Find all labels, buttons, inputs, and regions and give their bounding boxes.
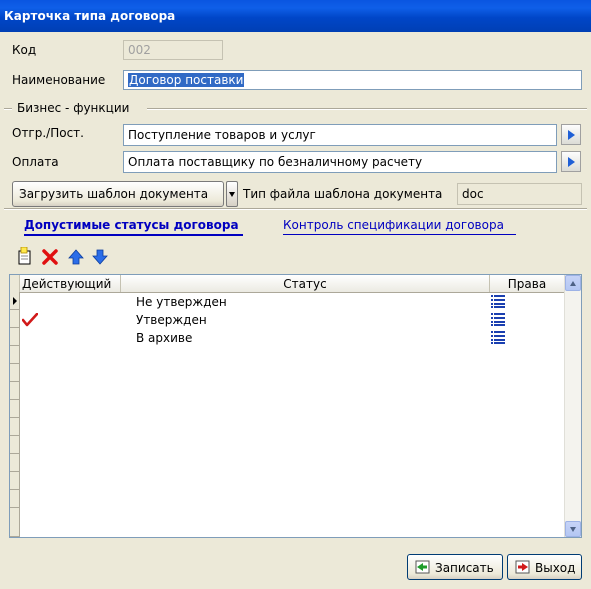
row-indicator-current[interactable] [10,292,20,310]
group-line-left [4,108,12,110]
column-header-rights[interactable]: Права [490,275,565,292]
shipment-select-button[interactable] [561,124,581,145]
code-label: Код [12,43,37,57]
row-indicator-empty [10,508,20,537]
header-row-indicator [10,275,20,292]
name-field-value: Договор поставки [128,73,245,87]
tab-separator [4,208,587,210]
row-indicator-empty [10,382,20,400]
name-field[interactable]: Договор поставки [123,70,582,90]
scroll-down-button[interactable] [565,521,581,537]
payment-field[interactable]: Оплата поставщику по безналичному расчет… [123,151,557,173]
grid-vertical-scrollbar[interactable] [564,275,581,537]
rights-list-icon[interactable] [491,313,505,326]
rights-list-icon[interactable] [491,331,505,344]
row-indicator-empty [10,418,20,436]
row-indicator-empty [10,364,20,382]
exit-button-label: Выход [535,561,576,575]
save-arrow-icon [415,560,430,574]
status-grid[interactable]: Действующий Статус Права Не утвержден Ут… [9,274,582,538]
column-header-status[interactable]: Статус [121,275,490,292]
column-header-active[interactable]: Действующий [20,275,121,292]
shipment-field[interactable]: Поступление товаров и услуг [123,124,557,146]
move-up-icon[interactable] [67,248,85,266]
status-cell[interactable]: В архиве [136,331,192,345]
template-type-field: doc [457,183,582,205]
move-down-icon[interactable] [91,248,109,266]
row-indicator-empty [10,490,20,508]
status-cell[interactable]: Утвержден [136,313,207,327]
chevron-up-icon [570,281,576,286]
load-template-dropdown-button[interactable] [226,181,238,207]
row-indicator-empty [10,472,20,490]
chevron-down-icon [570,527,576,532]
name-label: Наименование [12,73,106,87]
row-indicator-empty [10,454,20,472]
window-title-bar[interactable]: Карточка типа договора [0,0,591,32]
row-indicator[interactable] [10,310,20,328]
checkmark-icon[interactable] [22,313,38,327]
grid-header: Действующий Статус Права [10,275,565,293]
save-button-label: Записать [435,561,494,575]
payment-select-button[interactable] [561,151,581,172]
load-template-button[interactable]: Загрузить шаблон документа [12,181,224,207]
payment-label: Оплата [12,155,59,169]
exit-door-icon [515,560,530,574]
row-indicator-empty [10,346,20,364]
rights-list-icon[interactable] [491,295,505,308]
row-indicator-empty [10,436,20,454]
row-indicator[interactable] [10,328,20,346]
group-line-right [147,108,587,110]
template-type-label: Тип файла шаблона документа [243,187,443,201]
tab-allowed-statuses[interactable]: Допустимые статусы договора [24,218,243,236]
window-title: Карточка типа договора [4,9,176,23]
business-functions-group-label: Бизнес - функции [17,101,130,115]
delete-icon[interactable] [41,248,59,266]
row-indicator-empty [10,400,20,418]
status-cell[interactable]: Не утвержден [136,295,227,309]
scroll-up-button[interactable] [565,275,581,291]
save-button[interactable]: Записать [407,554,503,580]
code-field: 002 [123,40,223,60]
current-row-arrow-icon [13,297,17,305]
new-record-icon[interactable] [16,247,34,265]
tab-specification-control[interactable]: Контроль спецификации договора [283,218,516,235]
exit-button[interactable]: Выход [507,554,582,580]
shipment-label: Отгр./Пост. [12,126,84,140]
load-template-button-label: Загрузить шаблон документа [19,187,209,201]
